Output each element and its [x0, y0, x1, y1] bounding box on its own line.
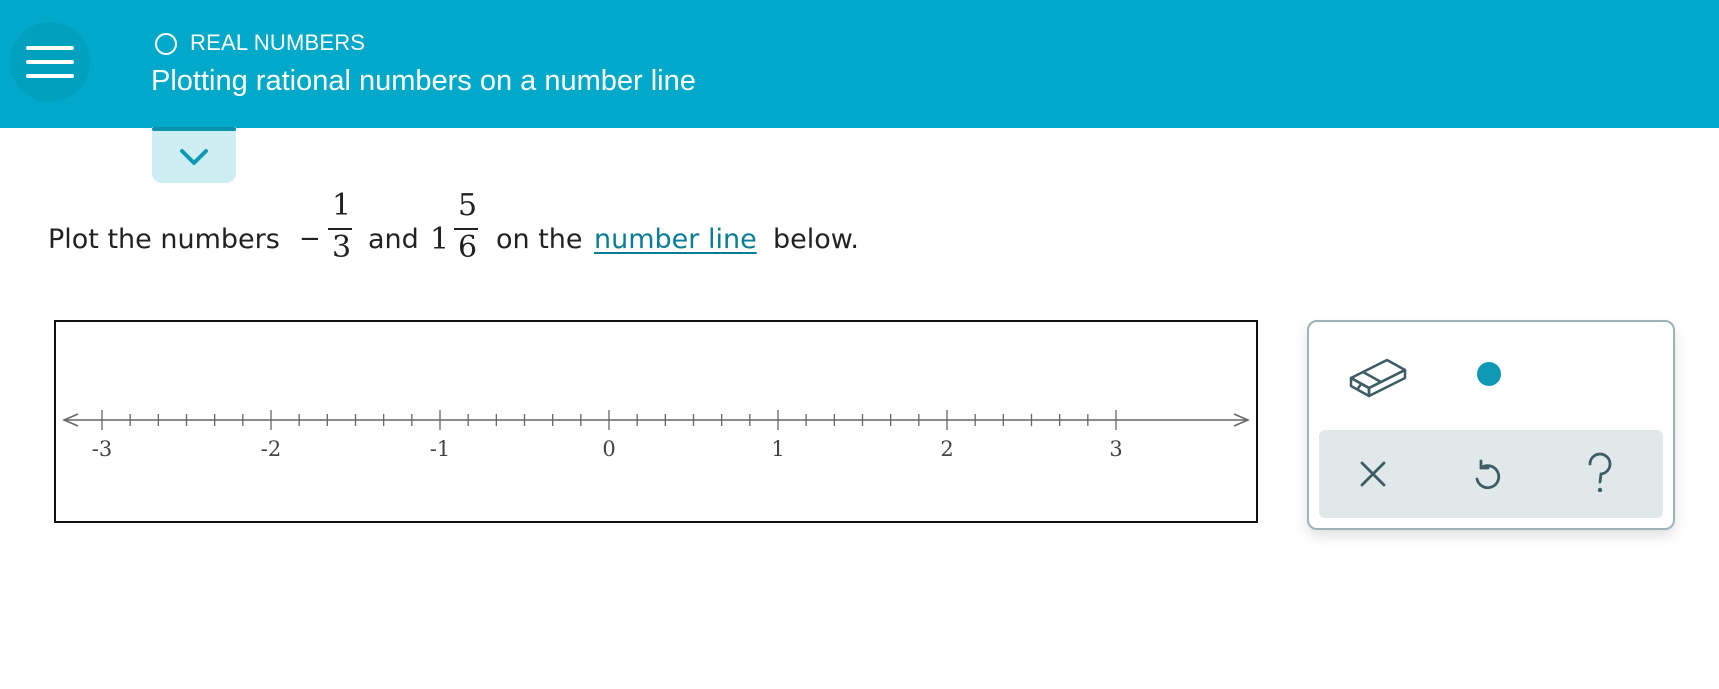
tool-row [1309, 322, 1673, 430]
question-prompt: Plot the numbers − 1 3 and 1 5 6 on the … [48, 188, 948, 280]
number-line-plot-area[interactable]: -3 -2 -1 0 1 2 3 [54, 320, 1258, 523]
tick-label: 1 [771, 437, 784, 461]
undo-icon [1475, 459, 1501, 490]
tick-label: -2 [261, 437, 281, 461]
question-suffix: below. [773, 224, 859, 255]
tick-label: 3 [1109, 437, 1122, 461]
help-button[interactable] [1585, 452, 1615, 500]
question-prefix: Plot the numbers [48, 224, 280, 255]
number-line-link[interactable]: number line [594, 224, 757, 255]
menu-button[interactable] [10, 22, 90, 102]
fraction2-numerator: 5 [458, 188, 478, 223]
clear-button[interactable] [1357, 458, 1389, 494]
fraction1-numerator: 1 [332, 188, 352, 223]
tick-label: 2 [940, 437, 953, 461]
question-mark-icon [1588, 452, 1612, 493]
tool-panel [1307, 320, 1675, 530]
negative-sign: − [299, 224, 321, 254]
tick-label: -1 [430, 437, 450, 461]
tick-label: -3 [92, 437, 112, 461]
action-row [1319, 430, 1663, 518]
tick-label: 0 [602, 437, 615, 461]
hamburger-icon [26, 46, 74, 50]
fraction2-whole: 1 [430, 222, 450, 257]
point-tool-button[interactable] [1477, 362, 1501, 386]
topic-label: REAL NUMBERS [190, 30, 366, 55]
chevron-down-icon [180, 149, 208, 165]
hamburger-icon-line [26, 74, 74, 78]
expand-button[interactable] [152, 127, 236, 183]
fraction1-denominator: 3 [332, 230, 352, 265]
page-title: Plotting rational numbers on a number li… [151, 65, 696, 97]
point-dot-icon [1477, 362, 1501, 386]
header-bar: REAL NUMBERS Plotting rational numbers o… [0, 0, 1719, 128]
eraser-button[interactable] [1347, 352, 1411, 404]
question-middle: and [368, 224, 419, 255]
hamburger-icon-line [26, 60, 74, 64]
x-icon [1360, 461, 1386, 487]
number-line[interactable]: -3 -2 -1 0 1 2 3 [56, 322, 1256, 521]
eraser-icon [1349, 358, 1407, 398]
undo-button[interactable] [1471, 458, 1503, 496]
question-before-link: on the [496, 224, 583, 255]
circle-outline-icon [155, 33, 177, 55]
fraction2-denominator: 6 [458, 230, 478, 265]
